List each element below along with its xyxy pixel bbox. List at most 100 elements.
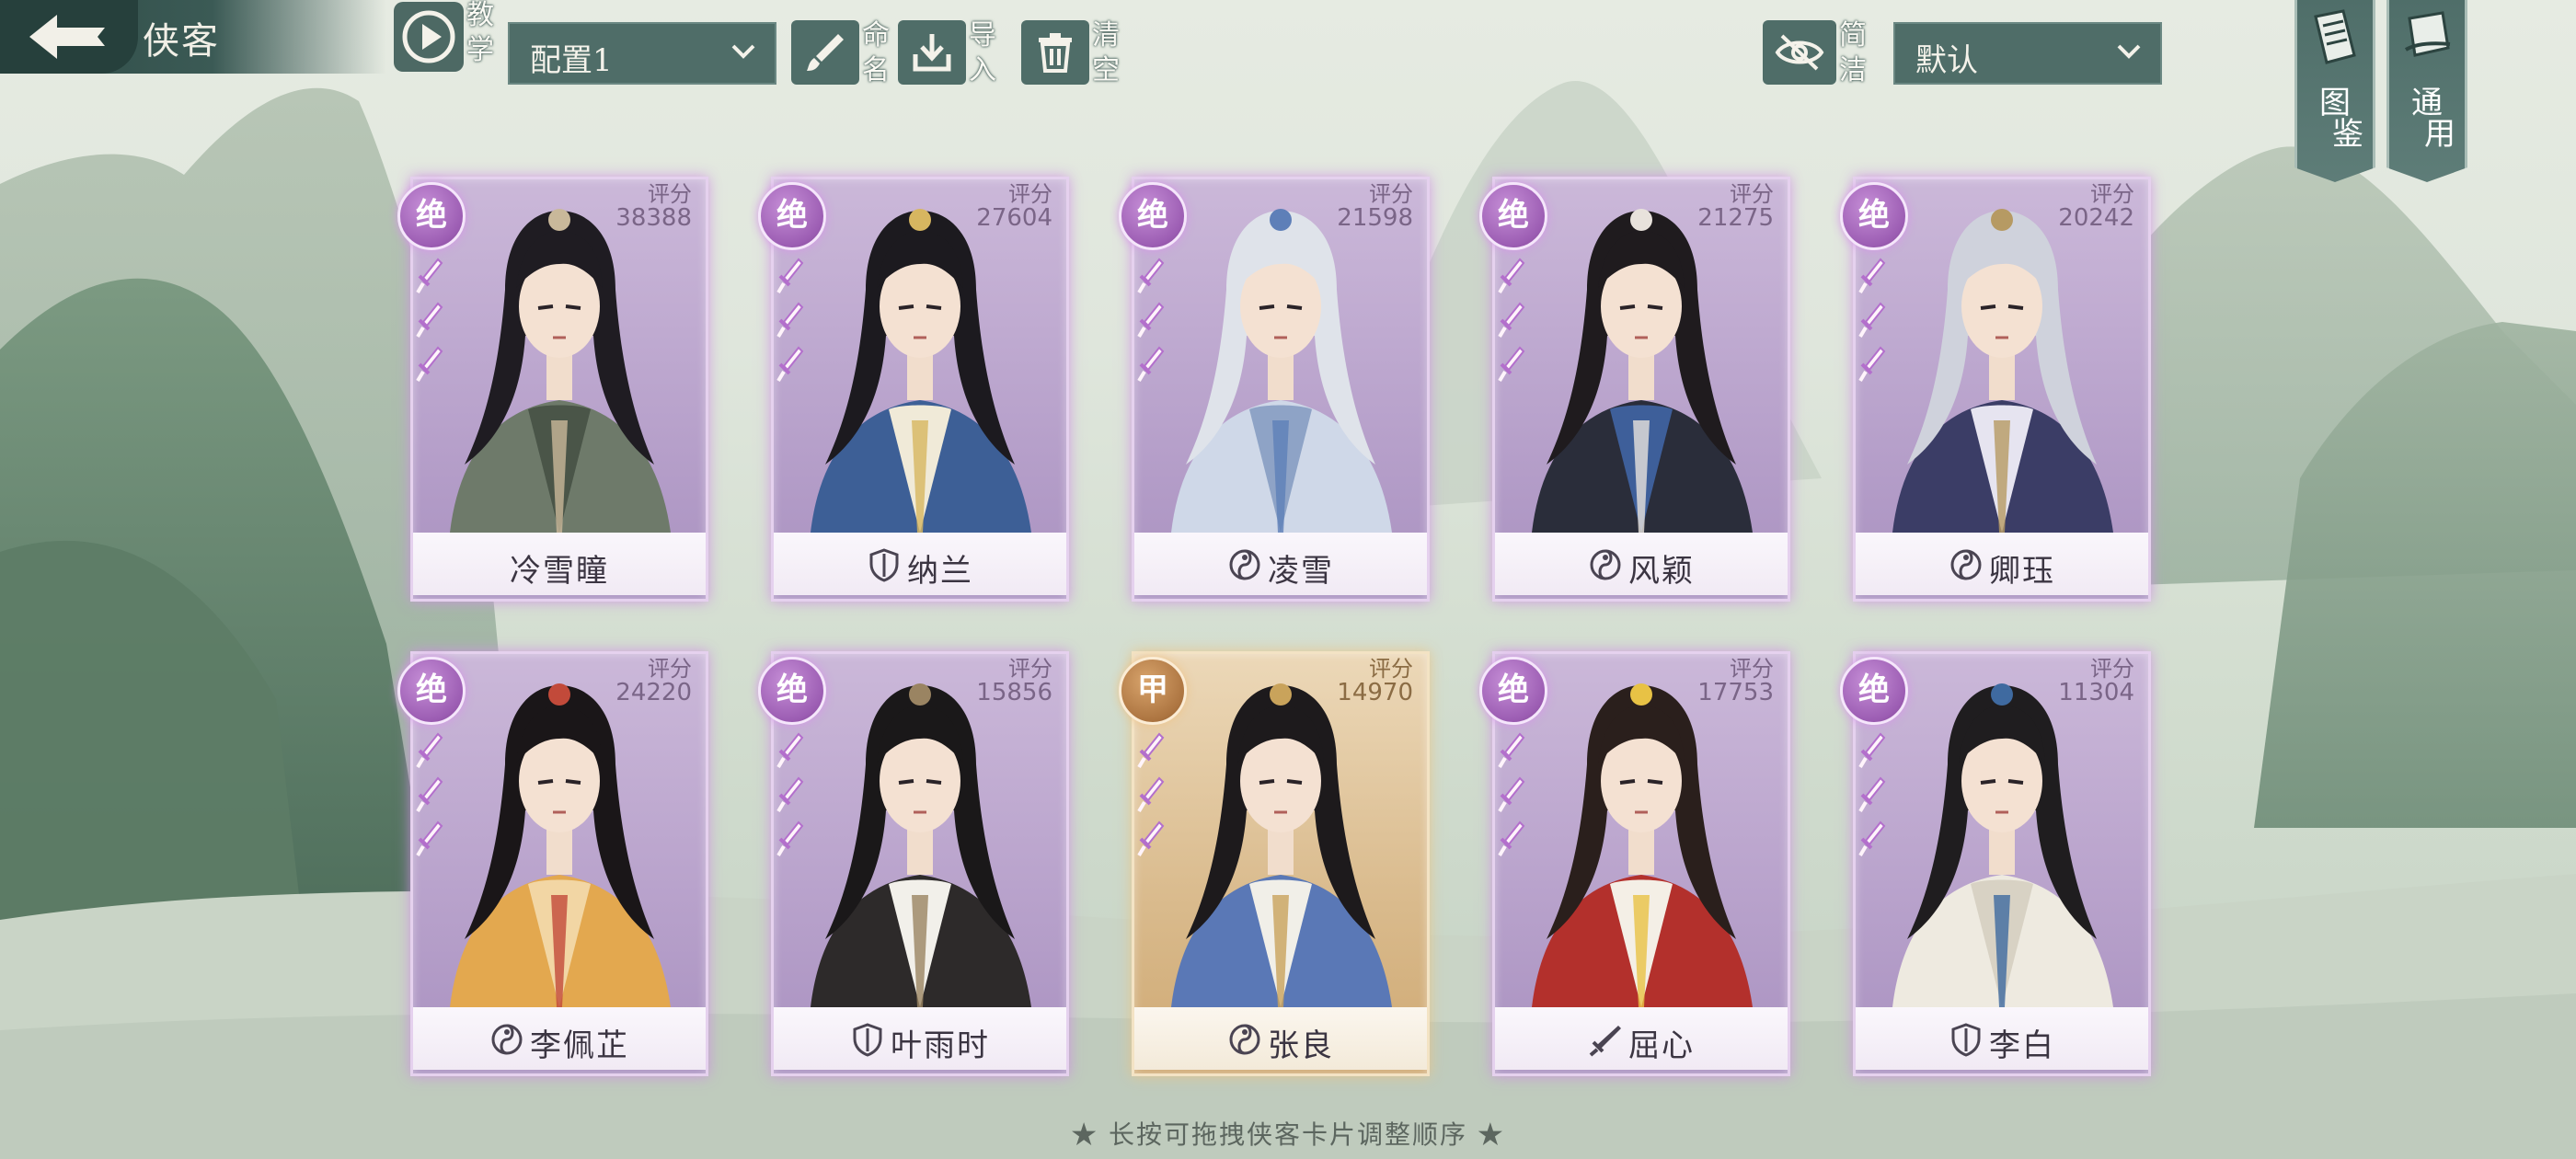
hero-card[interactable]: 评分 27604 绝纳兰: [758, 171, 1075, 607]
general-button[interactable]: 通 用: [2386, 0, 2467, 182]
name-bar: 张良: [1134, 1007, 1427, 1070]
drag-hint: ★ 长按可拖拽侠客卡片调整顺序 ★: [1071, 1119, 1505, 1150]
sword-star-icon: [1858, 302, 1886, 339]
scroll-icon: [2404, 11, 2451, 57]
score-value: 20242: [2058, 204, 2134, 232]
sword-star-icon: [776, 346, 804, 383]
hero-name: 纳兰: [907, 553, 973, 590]
star-level: [1496, 730, 1533, 863]
rename-icon-box: [791, 20, 859, 85]
hero-name: 李佩芷: [530, 1027, 629, 1064]
score-label: 评分: [648, 181, 692, 207]
hero-name: 屈心: [1628, 1027, 1695, 1064]
hero-card[interactable]: 评分 38388 绝冷雪瞳: [397, 171, 714, 607]
score-value: 15856: [976, 679, 1052, 706]
sword-star-icon: [416, 346, 443, 383]
name-bar: 叶雨时: [774, 1007, 1066, 1070]
tutorial-label-char: 学: [466, 34, 494, 66]
hero-card[interactable]: 评分 14970 甲张良: [1119, 646, 1435, 1082]
import-label: 导 入: [966, 18, 999, 88]
sword-star-icon: [416, 258, 443, 294]
eye-hidden-icon: [1775, 34, 1824, 71]
hero-card[interactable]: 评分 11304 绝李白: [1840, 646, 2156, 1082]
rank-badge: 绝: [758, 182, 826, 250]
import-button[interactable]: 导 入: [898, 18, 1001, 88]
sword-star-icon: [416, 302, 443, 339]
sword-star-icon: [1137, 732, 1165, 769]
star-level: [414, 730, 451, 863]
sword-star-icon: [1498, 258, 1525, 294]
rank-badge: 绝: [1840, 182, 1908, 250]
score-label: 评分: [2090, 181, 2134, 207]
rename-button[interactable]: 命 名: [791, 18, 894, 88]
score-label: 评分: [1008, 181, 1052, 207]
star-level: [414, 256, 451, 388]
score-value: 21598: [1337, 204, 1413, 232]
clear-button[interactable]: 清 空: [1021, 18, 1124, 88]
import-icon-box: [898, 20, 966, 85]
sort-dropdown[interactable]: 默认: [1893, 22, 2162, 85]
star-level: [1857, 730, 1893, 863]
general-label-char: 用: [2424, 116, 2455, 153]
name-bar: 屈心: [1495, 1007, 1788, 1070]
hero-card[interactable]: 评分 21598 绝凌雪: [1119, 171, 1435, 607]
name-bar: 风颖: [1495, 533, 1788, 595]
sword-star-icon: [1498, 776, 1525, 813]
star-level: [1135, 256, 1172, 388]
clear-icon-box: [1021, 20, 1089, 85]
score-label: 评分: [1369, 656, 1413, 682]
hero-name: 张良: [1268, 1027, 1334, 1064]
import-label-char: 导: [969, 19, 996, 52]
sword-star-icon: [776, 258, 804, 294]
hero-name: 李白: [1989, 1027, 2055, 1064]
star-level: [1857, 256, 1893, 388]
rank-badge: 绝: [397, 657, 466, 725]
sword-star-icon: [416, 732, 443, 769]
back-button[interactable]: [0, 0, 138, 74]
clear-label: 清 空: [1089, 18, 1122, 88]
top-bar: 侠客 教 学 配置1 命 名 导 入 清 空 简 洁 默认 图 鉴 通 用: [0, 0, 2576, 182]
codex-button[interactable]: 图 鉴: [2294, 0, 2375, 182]
taiji-icon: [1229, 549, 1260, 580]
sword-star-icon: [776, 820, 804, 857]
score-value: 11304: [2058, 679, 2134, 706]
hero-card[interactable]: 评分 17753 绝屈心: [1479, 646, 1796, 1082]
hero-card[interactable]: 评分 24220 绝李佩芷: [397, 646, 714, 1082]
sword-star-icon: [1498, 346, 1525, 383]
sword-star-icon: [1858, 346, 1886, 383]
codex-label-char: 鉴: [2332, 116, 2363, 153]
score-label: 评分: [2090, 656, 2134, 682]
score-value: 17753: [1697, 679, 1774, 706]
hero-name: 凌雪: [1268, 553, 1334, 590]
sword-star-icon: [1137, 820, 1165, 857]
score-value: 38388: [615, 204, 692, 232]
sword-star-icon: [1498, 820, 1525, 857]
sword-star-icon: [416, 776, 443, 813]
rank-badge: 绝: [397, 182, 466, 250]
tutorial-icon-box: [394, 2, 464, 72]
name-bar: 纳兰: [774, 533, 1066, 595]
simple-view-button[interactable]: 简 洁: [1763, 18, 1869, 88]
rank-badge: 绝: [758, 657, 826, 725]
sword-star-icon: [1858, 820, 1886, 857]
config-dropdown[interactable]: 配置1: [508, 22, 776, 85]
score-value: 14970: [1337, 679, 1413, 706]
hero-card[interactable]: 评分 15856 绝叶雨时: [758, 646, 1075, 1082]
sword-star-icon: [1137, 302, 1165, 339]
tutorial-button[interactable]: 教 学: [394, 0, 495, 75]
taiji-icon: [1590, 549, 1621, 580]
rank-badge: 绝: [1479, 182, 1547, 250]
hero-card-grid: 评分 38388 绝冷雪瞳 评分 27604 绝纳兰 评分 21598 绝凌雪 评分 2127…: [0, 0, 2576, 1159]
hero-card[interactable]: 评分 20242 绝卿珏: [1840, 171, 2156, 607]
hero-name: 风颖: [1628, 553, 1695, 590]
shield-icon: [1951, 1023, 1981, 1057]
sword-star-icon: [1498, 732, 1525, 769]
play-icon: [402, 10, 455, 63]
simple-view-label-char: 简: [1839, 19, 1867, 52]
score-value: 21275: [1697, 204, 1774, 232]
star-level: [775, 730, 811, 863]
star-level: [1496, 256, 1533, 388]
rank-badge: 甲: [1119, 657, 1187, 725]
sword-icon: [1589, 1026, 1621, 1057]
hero-card[interactable]: 评分 21275 绝风颖: [1479, 171, 1796, 607]
